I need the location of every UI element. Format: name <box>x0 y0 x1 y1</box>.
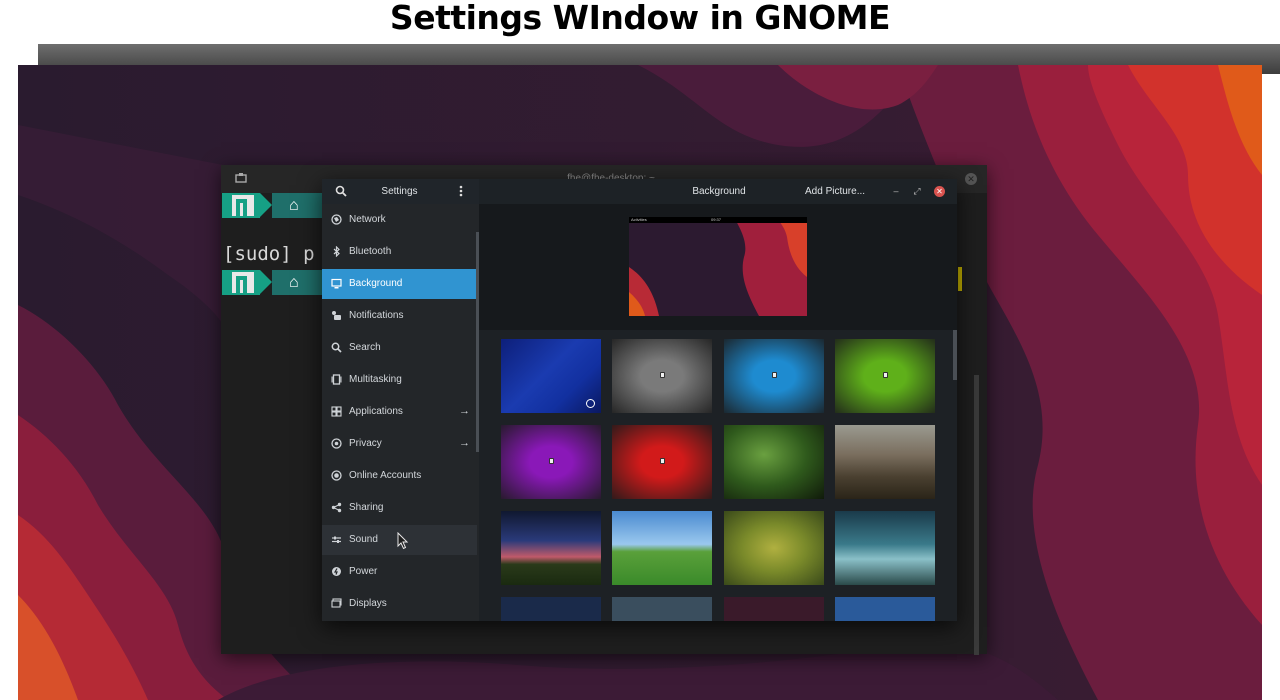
display-icon <box>331 278 342 289</box>
network-icon <box>331 214 342 225</box>
manjaro-logo-icon <box>222 193 260 218</box>
wallpaper-thumb-cyan-radial[interactable] <box>724 339 824 413</box>
sidebar-item-applications[interactable]: Applications → <box>322 397 477 427</box>
kebab-menu-icon[interactable] <box>458 184 464 198</box>
sidebar-item-label: Applications <box>349 406 403 417</box>
wallpaper-thumb-partial-3[interactable] <box>724 597 824 621</box>
settings-window[interactable]: Settings Background Add Picture... – ⤢ ✕… <box>322 179 957 621</box>
settings-title: Settings <box>381 186 418 197</box>
wallpaper-thumb-red-radial[interactable] <box>612 425 712 499</box>
preview-topbar: Activities 09:37 <box>629 217 807 223</box>
sidebar-item-label: Background <box>349 278 403 289</box>
sidebar-item-label: Multitasking <box>349 374 402 385</box>
selected-check-icon <box>586 399 595 408</box>
new-tab-icon[interactable] <box>235 173 247 185</box>
sidebar-item-bluetooth[interactable]: Bluetooth <box>322 237 477 267</box>
wallpaper-thumb-green-radial[interactable] <box>835 339 935 413</box>
sidebar-item-online-accounts[interactable]: Online Accounts <box>322 461 477 491</box>
background-panel: Activities 09:37 <box>479 204 957 621</box>
slideshow-icon <box>660 458 665 464</box>
sidebar-item-label: Sharing <box>349 502 384 513</box>
sidebar-item-displays[interactable]: Displays <box>322 589 477 619</box>
sidebar-item-label: Privacy <box>349 438 382 449</box>
wallpaper-thumb-green-hills-photo[interactable] <box>612 511 712 585</box>
sound-icon <box>331 534 342 545</box>
sidebar-item-power[interactable]: Power <box>322 557 477 587</box>
slideshow-icon <box>883 372 888 378</box>
sidebar-item-privacy[interactable]: Privacy → <box>322 429 477 459</box>
wallpaper-thumb-blue-texture[interactable] <box>501 339 601 413</box>
page-title: Settings WIndow in GNOME <box>389 0 891 37</box>
sidebar-item-label: Online Accounts <box>349 470 422 481</box>
wallpaper-thumb-gray-radial[interactable] <box>612 339 712 413</box>
apps-grid-icon <box>331 406 342 417</box>
search-icon <box>331 342 342 353</box>
bluetooth-icon <box>331 245 342 258</box>
sidebar-headerbar: Settings <box>322 179 479 204</box>
terminal-marker <box>958 267 962 291</box>
home-icon: ⌂ <box>272 270 322 295</box>
sidebar-item-search[interactable]: Search <box>322 333 477 363</box>
terminal-scrollbar[interactable] <box>974 375 979 655</box>
sidebar-item-label: Displays <box>349 598 387 609</box>
wallpaper-thumb-mountains-photo[interactable] <box>835 425 935 499</box>
displays-icon <box>331 598 342 609</box>
manjaro-logo-icon <box>222 270 260 295</box>
terminal-output: [sudo] p <box>223 243 315 265</box>
privacy-icon <box>331 438 342 449</box>
share-icon <box>331 502 342 513</box>
power-icon <box>331 566 342 577</box>
mouse-cursor-icon <box>397 532 409 550</box>
minimize-icon[interactable]: – <box>890 185 902 197</box>
wallpaper-thumb-storm-photo[interactable] <box>835 511 935 585</box>
wallpaper-thumb-partial-2[interactable] <box>612 597 712 621</box>
wallpaper-thumb-sunset-field-photo[interactable] <box>501 511 601 585</box>
wallpaper-thumb-grass-closeup-photo[interactable] <box>724 511 824 585</box>
sidebar: Network Bluetooth Background Notifications S… <box>322 204 479 621</box>
search-icon[interactable] <box>335 185 347 197</box>
arrow-right-icon: → <box>459 405 470 417</box>
sidebar-item-label: Network <box>349 214 386 225</box>
slideshow-icon <box>772 372 777 378</box>
maximize-icon[interactable]: ⤢ <box>911 185 923 197</box>
add-picture-button[interactable]: Add Picture... <box>805 186 875 197</box>
wallpaper-thumb-leaves-photo[interactable] <box>724 425 824 499</box>
wallpaper-thumb-purple-radial[interactable] <box>501 425 601 499</box>
sidebar-item-notifications[interactable]: Notifications <box>322 301 477 331</box>
content-headerbar: Background Add Picture... – ⤢ ✕ <box>479 179 957 204</box>
grid-scrollbar[interactable] <box>953 330 957 380</box>
notifications-icon <box>331 310 342 321</box>
wallpaper-thumb-partial-4[interactable] <box>835 597 935 621</box>
home-icon: ⌂ <box>272 193 322 218</box>
sidebar-item-sharing[interactable]: Sharing <box>322 493 477 523</box>
sidebar-item-label: Power <box>349 566 378 577</box>
sidebar-item-background[interactable]: Background <box>322 269 477 299</box>
wallpaper-preview: Activities 09:37 <box>629 217 807 316</box>
prompt-segment: ⌂ <box>222 193 332 218</box>
terminal-close-button[interactable]: ✕ <box>965 173 977 185</box>
sidebar-item-label: Sound <box>349 534 378 545</box>
slideshow-icon <box>549 458 554 464</box>
sidebar-item-label: Search <box>349 342 381 353</box>
sidebar-item-label: Notifications <box>349 310 404 321</box>
slideshow-icon <box>660 372 665 378</box>
prompt-segment: ⌂ <box>222 270 332 295</box>
multitasking-icon <box>331 374 342 385</box>
arrow-right-icon: → <box>459 437 470 449</box>
sidebar-item-label: Bluetooth <box>349 246 392 257</box>
panel-title: Background <box>692 186 746 197</box>
online-accounts-icon <box>331 470 342 481</box>
sidebar-item-multitasking[interactable]: Multitasking <box>322 365 477 395</box>
close-button[interactable]: ✕ <box>934 186 945 197</box>
sidebar-item-network[interactable]: Network <box>322 205 477 235</box>
wallpaper-thumb-partial-1[interactable] <box>501 597 601 621</box>
preview-area: Activities 09:37 <box>479 204 957 330</box>
